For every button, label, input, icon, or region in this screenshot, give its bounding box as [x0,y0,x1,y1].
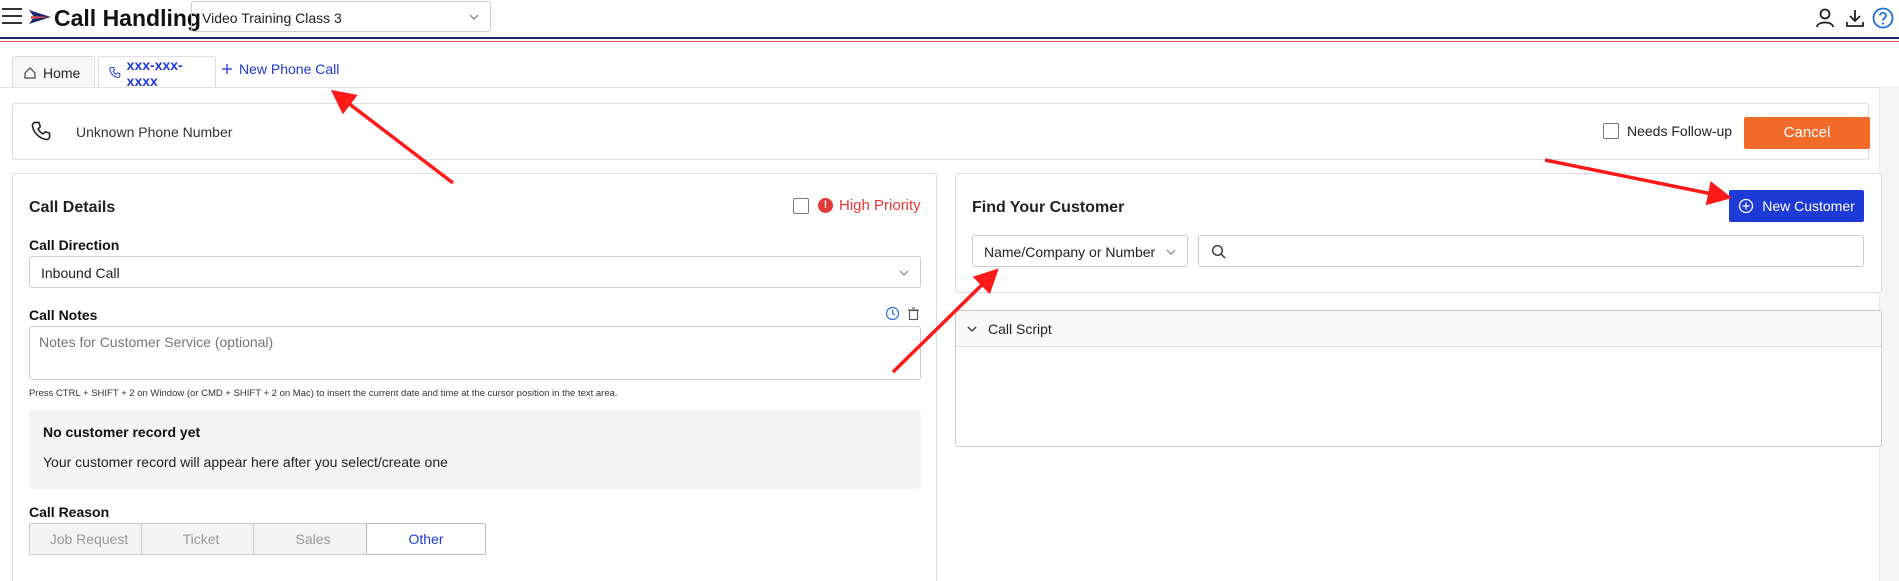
class-select[interactable]: Video Training Class 3 [191,1,491,32]
call-direction-value: Inbound Call [41,265,120,281]
call-script-title: Call Script [988,320,1052,337]
tab-phone-label: xxx-xxx-xxxx [126,56,183,89]
phone-icon [109,66,121,79]
notes-tools [885,306,921,321]
new-customer-button[interactable]: New Customer [1729,190,1864,222]
needs-followup-label: Needs Follow-up [1627,123,1733,139]
new-customer-label: New Customer [1762,198,1855,214]
chevron-down-icon [469,14,479,20]
new-phone-call-label: New Phone Call [239,61,340,77]
high-priority-label: High Priority [839,197,921,214]
chevron-down-icon [1166,249,1176,255]
search-icon [1211,244,1226,259]
high-priority-toggle[interactable]: ! High Priority [793,197,921,214]
tab-phone-call[interactable]: xxx-xxx-xxxx [98,56,216,89]
download-icon[interactable] [1844,7,1866,29]
phone-number-label: Unknown Phone Number [76,124,233,140]
reason-ticket-button[interactable]: Ticket [141,523,261,555]
tab-home-label: Home [43,64,81,81]
header-divider [0,37,1899,39]
high-priority-checkbox[interactable] [793,197,809,214]
needs-followup-toggle[interactable]: Needs Follow-up [1603,123,1732,139]
chevron-down-icon [899,270,909,276]
tabs-divider [0,87,1899,88]
find-customer-panel: Find Your Customer New Customer Name/Com… [955,173,1882,293]
help-icon[interactable] [1872,7,1894,29]
plus-icon [222,64,232,74]
new-phone-call-link[interactable]: New Phone Call [220,61,339,77]
chevron-down-icon [967,326,977,332]
alert-icon: ! [818,198,833,213]
call-direction-select[interactable]: Inbound Call [29,256,921,288]
reason-sales-button[interactable]: Sales [253,523,373,555]
user-icon[interactable] [1814,7,1836,29]
plus-circle-icon [1739,198,1754,214]
needs-followup-checkbox[interactable] [1603,123,1619,139]
class-select-value: Video Training Class 3 [202,10,342,26]
hamburger-menu-icon[interactable] [2,8,22,26]
call-reason-label: Call Reason [29,504,110,520]
search-type-select[interactable]: Name/Company or Number [972,235,1188,267]
call-script-panel: Call Script [955,310,1882,447]
trash-icon[interactable] [906,306,921,321]
cancel-button[interactable]: Cancel [1744,117,1870,149]
call-notes-input[interactable] [29,326,921,380]
call-details-panel: Call Details ! High Priority Call Direct… [12,173,937,581]
tab-bar: Home xxx-xxx-xxxx New Phone Call [0,42,1899,89]
no-record-text: Your customer record will appear here af… [43,454,448,470]
customer-record-placeholder: No customer record yet Your customer rec… [29,410,921,489]
customer-search-input[interactable] [1198,235,1864,267]
no-record-title: No customer record yet [43,424,201,440]
search-type-value: Name/Company or Number [984,244,1156,260]
reason-job-request-button[interactable]: Job Request [29,523,149,555]
reason-other-button[interactable]: Other [366,523,486,555]
call-notes-label: Call Notes [29,307,98,323]
clock-icon[interactable] [885,306,900,321]
shortcut-hint: Press CTRL + SHIFT + 2 on Window (or CMD… [29,388,618,399]
phone-number-bar: Unknown Phone Number Needs Follow-up Can… [12,103,1870,160]
tab-home[interactable]: Home [12,56,95,88]
call-details-title: Call Details [29,199,116,216]
top-bar: Call Handling Video Training Class 3 [0,0,1899,38]
home-icon [24,66,36,79]
phone-icon [31,121,51,141]
call-script-header[interactable]: Call Script [956,311,1881,347]
logo-icon [29,10,51,24]
app-title: Call Handling [54,5,201,31]
call-direction-label: Call Direction [29,237,120,253]
vertical-scrollbar[interactable] [1879,86,1899,581]
find-customer-title: Find Your Customer [972,199,1125,216]
